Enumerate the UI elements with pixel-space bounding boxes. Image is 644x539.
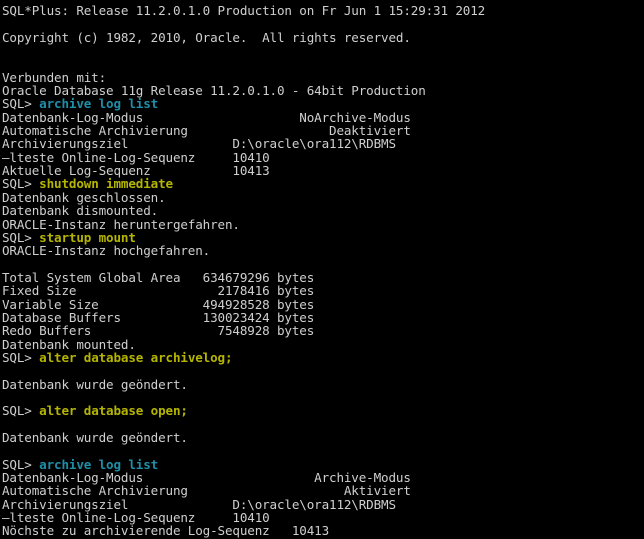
terminal-output-line: Total System Global Area 634679296 bytes xyxy=(2,271,644,284)
terminal-command-line: SQL> alter database open; xyxy=(2,404,644,417)
terminal-output-line: Automatische Archivierung Aktiviert xyxy=(2,484,644,497)
entered-command: alter database archivelog; xyxy=(39,349,233,365)
terminal-output-line: Oracle Database 11g Release 11.2.0.1.0 -… xyxy=(2,84,644,97)
terminal-output-line: Datenbank dismounted. xyxy=(2,204,644,217)
terminal-output-line: Datenbank mounted. xyxy=(2,337,644,351)
output-text: SQL*Plus: Release 11.2.0.1.0 Production … xyxy=(2,3,486,18)
terminal-output-line: Datenbank geschlossen. xyxy=(2,191,644,204)
output-text: Datenbank wurde geöndert. xyxy=(2,430,188,445)
terminal-output-line: Copyright (c) 1982, 2010, Oracle. All ri… xyxy=(2,31,644,44)
terminal-output-line: Verbunden mit: xyxy=(2,71,644,84)
terminal-output-line: Archivierungsziel D:\oracle\ora112\RDBMS xyxy=(2,137,644,150)
terminal-output-line: Redo Buffers 7548928 bytes xyxy=(2,324,644,337)
output-text: Datenbank wurde geöndert. xyxy=(2,376,188,392)
terminal-blank-line xyxy=(2,418,644,431)
terminal-command-line: SQL> archive log list xyxy=(2,97,644,110)
terminal-blank-line xyxy=(2,17,644,30)
terminal-output-line: ORACLE-Instanz heruntergefahren. xyxy=(2,217,644,231)
terminal-output-line: Automatische Archivierung Deaktiviert xyxy=(2,124,644,137)
terminal-command-line: SQL> startup mount xyxy=(2,231,644,244)
terminal-output: SQL*Plus: Release 11.2.0.1.0 Production … xyxy=(2,4,644,539)
terminal-output-line: ORACLE-Instanz hochgefahren. xyxy=(2,244,644,257)
terminal-blank-line xyxy=(2,44,644,57)
terminal-output-line: Datenbank wurde geöndert. xyxy=(2,376,644,392)
terminal-blank-line xyxy=(2,258,644,271)
terminal-output-line: Variable Size 494928528 bytes xyxy=(2,297,644,311)
sqlplus-terminal-window[interactable]: SQL*Plus: Release 11.2.0.1.0 Production … xyxy=(0,0,644,539)
terminal-blank-line xyxy=(2,444,644,457)
output-text: ORACLE-Instanz hochgefahren. xyxy=(2,243,211,259)
terminal-output-line: SQL*Plus: Release 11.2.0.1.0 Production … xyxy=(2,4,644,17)
terminal-command-line: SQL> alter database archivelog; xyxy=(2,351,644,364)
terminal-output-line: Datenbank-Log-Modus NoArchive-Modus xyxy=(2,111,644,124)
terminal-output-line: Database Buffers 130023424 bytes xyxy=(2,311,644,324)
terminal-output-line: —lteste Online-Log-Sequenz 10410 xyxy=(2,151,644,164)
terminal-output-line: —lteste Online-Log-Sequenz 10410 xyxy=(2,511,644,524)
entered-command: alter database open; xyxy=(39,403,188,419)
terminal-command-line: SQL> archive log list xyxy=(2,458,644,471)
terminal-output-line: Archivierungsziel D:\oracle\ora112\RDBMS xyxy=(2,498,644,511)
terminal-blank-line xyxy=(2,391,644,404)
output-text: Copyright (c) 1982, 2010, Oracle. All ri… xyxy=(2,29,411,45)
terminal-output-line: Fixed Size 2178416 bytes xyxy=(2,284,644,297)
terminal-output-line: Datenbank-Log-Modus Archive-Modus xyxy=(2,471,644,484)
terminal-output-line: Nöchste zu archivierende Log-Sequenz 104… xyxy=(2,524,644,537)
terminal-output-line: Aktuelle Log-Sequenz 10413 xyxy=(2,164,644,177)
terminal-output-line: Datenbank wurde geöndert. xyxy=(2,431,644,444)
terminal-blank-line xyxy=(2,57,644,70)
terminal-command-line: SQL> shutdown immediate xyxy=(2,177,644,190)
terminal-blank-line xyxy=(2,364,644,377)
